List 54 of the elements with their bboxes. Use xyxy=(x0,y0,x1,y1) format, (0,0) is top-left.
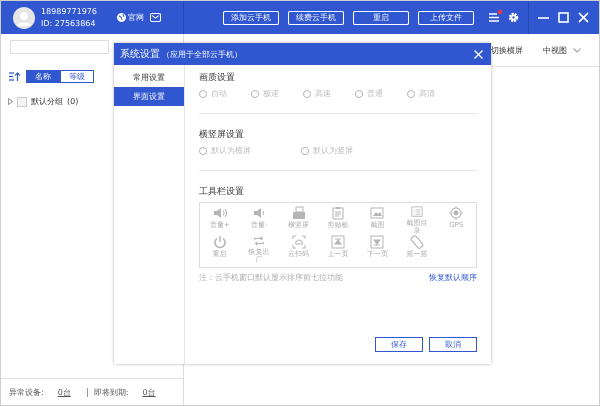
sort-tab[interactable]: 等级 xyxy=(60,70,94,83)
section-heading: 横竖屏设置 xyxy=(199,128,245,141)
status-label: 异常设备: xyxy=(9,386,44,398)
clipboard-icon[interactable] xyxy=(330,206,345,220)
phone-tilt-icon[interactable] xyxy=(410,235,424,249)
count-link[interactable]: 0台 xyxy=(58,386,71,398)
settings-icon[interactable] xyxy=(508,12,519,23)
dialog-button[interactable]: 保存 xyxy=(375,337,423,352)
rotate-screen-icon[interactable] xyxy=(292,206,306,220)
account-id: ID: 27563864 xyxy=(41,19,96,28)
globe-icon xyxy=(117,13,126,22)
header-button[interactable]: 添加云手机 xyxy=(223,10,279,24)
header-button[interactable]: 续费云手机 xyxy=(288,10,344,24)
reset-order-link[interactable]: 恢复默认顺序 xyxy=(429,272,477,283)
maximize-icon[interactable] xyxy=(558,12,569,23)
page-down-icon[interactable] xyxy=(370,235,384,249)
close-icon[interactable] xyxy=(578,12,589,23)
section-heading: 工具栏设置 xyxy=(199,186,245,198)
power-icon[interactable] xyxy=(212,235,227,249)
search-field[interactable] xyxy=(10,40,109,54)
group-name[interactable]: 默认分组 xyxy=(31,96,63,107)
note-text: 注：云手机窗口默认显示排序前七位功能 xyxy=(199,272,343,283)
location-icon[interactable] xyxy=(449,206,464,220)
dialog-title: 系统设置 xyxy=(120,48,160,61)
website-link[interactable]: 官网 xyxy=(117,12,144,23)
mail-icon[interactable] xyxy=(150,13,161,22)
sort-tab[interactable]: 名称 xyxy=(26,70,60,83)
refresh-icon[interactable] xyxy=(252,235,266,247)
close-icon[interactable] xyxy=(474,50,483,58)
status-label: 即将到期: xyxy=(94,386,128,398)
nav-item[interactable]: 界面设置 xyxy=(114,87,184,106)
speaker-icon[interactable] xyxy=(212,206,227,220)
image-icon[interactable] xyxy=(370,206,384,220)
chevron-down-icon xyxy=(573,48,581,52)
rotate-button[interactable]: 切换横屏 xyxy=(491,44,523,56)
scan-icon[interactable] xyxy=(292,235,306,249)
list-icon[interactable] xyxy=(410,206,424,218)
checkbox[interactable] xyxy=(17,96,27,106)
section-heading: 画质设置 xyxy=(199,72,236,84)
page-up-icon[interactable] xyxy=(330,235,345,249)
dialog-subtitle: （应用于全部云手机） xyxy=(162,48,243,60)
header-button[interactable]: 重启 xyxy=(353,10,409,24)
nav-item[interactable]: 常用设置 xyxy=(114,68,184,87)
view-dropdown[interactable]: 中视图 xyxy=(543,44,581,56)
expand-arrow-icon[interactable] xyxy=(8,98,13,105)
phone-number: 18989771976 xyxy=(41,7,97,16)
speaker-icon[interactable] xyxy=(252,206,266,220)
avatar-icon xyxy=(13,6,35,28)
menu-icon[interactable] xyxy=(489,13,499,22)
dialog-button[interactable]: 取消 xyxy=(429,337,477,352)
header-button[interactable]: 上传文件 xyxy=(418,10,474,24)
group-count: (0) xyxy=(67,97,78,106)
count-link[interactable]: 0台 xyxy=(142,386,156,398)
sort-icon[interactable] xyxy=(9,72,20,81)
